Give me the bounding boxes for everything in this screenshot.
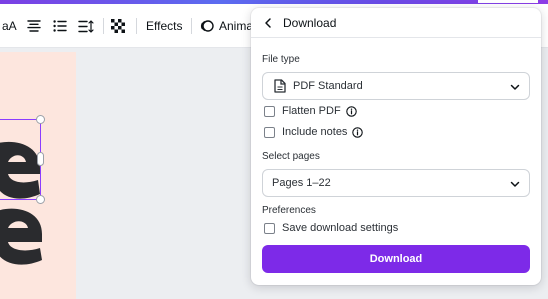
flatten-pdf-checkbox[interactable] [264,105,275,117]
panel-header: Download [251,8,541,38]
animate-button[interactable]: Animat [200,4,256,48]
panel-title: Download [283,16,337,30]
line-spacing-button[interactable] [78,4,94,48]
text-case-button[interactable]: aA [2,4,17,48]
text-case-label: aA [2,19,17,33]
save-settings-option[interactable]: Save download settings [264,221,398,235]
include-notes-label: Include notes [282,126,348,138]
align-center-button[interactable] [27,4,41,48]
toolbar-divider [136,18,137,34]
document-icon [274,79,286,93]
file-type-value: PDF Standard [293,80,363,92]
chevron-left-icon [265,18,271,28]
chevron-down-icon [510,84,520,90]
select-pages-label: Select pages [262,151,320,162]
select-pages-value: Pages 1–22 [272,177,331,189]
resize-handle-top-right[interactable] [36,115,45,124]
line-spacing-icon [78,19,94,33]
flatten-pdf-option[interactable]: Flatten PDF [264,104,357,118]
text-selection-box[interactable] [0,119,41,200]
bullet-list-icon [53,20,67,32]
save-settings-checkbox[interactable] [264,222,275,234]
transparency-button[interactable] [111,4,125,48]
flatten-pdf-label: Flatten PDF [282,105,341,117]
select-pages-dropdown[interactable]: Pages 1–22 [262,169,530,197]
file-type-label: File type [262,54,300,65]
toolbar-divider [103,18,104,34]
download-panel: Download File type PDF Standard Flatten … [251,8,541,285]
toolbar-divider [191,18,192,34]
download-button[interactable]: Download [262,245,530,273]
transparency-icon [111,19,125,33]
resize-handle-bottom-right[interactable] [36,195,45,204]
resize-handle-right[interactable] [37,152,44,166]
include-notes-option[interactable]: Include notes [264,125,364,139]
preferences-label: Preferences [262,205,316,216]
align-center-icon [27,20,41,32]
download-button-label: Download [369,253,423,265]
bullet-list-button[interactable] [53,4,67,48]
chevron-down-icon [510,181,520,187]
top-bar-tab-indicator [478,0,538,3]
info-icon[interactable] [345,105,357,117]
include-notes-checkbox[interactable] [264,126,275,138]
file-type-select[interactable]: PDF Standard [262,72,530,100]
save-settings-label: Save download settings [282,222,399,234]
effects-button[interactable]: Effects [146,4,182,48]
info-icon[interactable] [352,126,364,138]
animate-icon [200,20,214,32]
back-button[interactable] [261,16,275,30]
effects-label: Effects [146,19,183,33]
